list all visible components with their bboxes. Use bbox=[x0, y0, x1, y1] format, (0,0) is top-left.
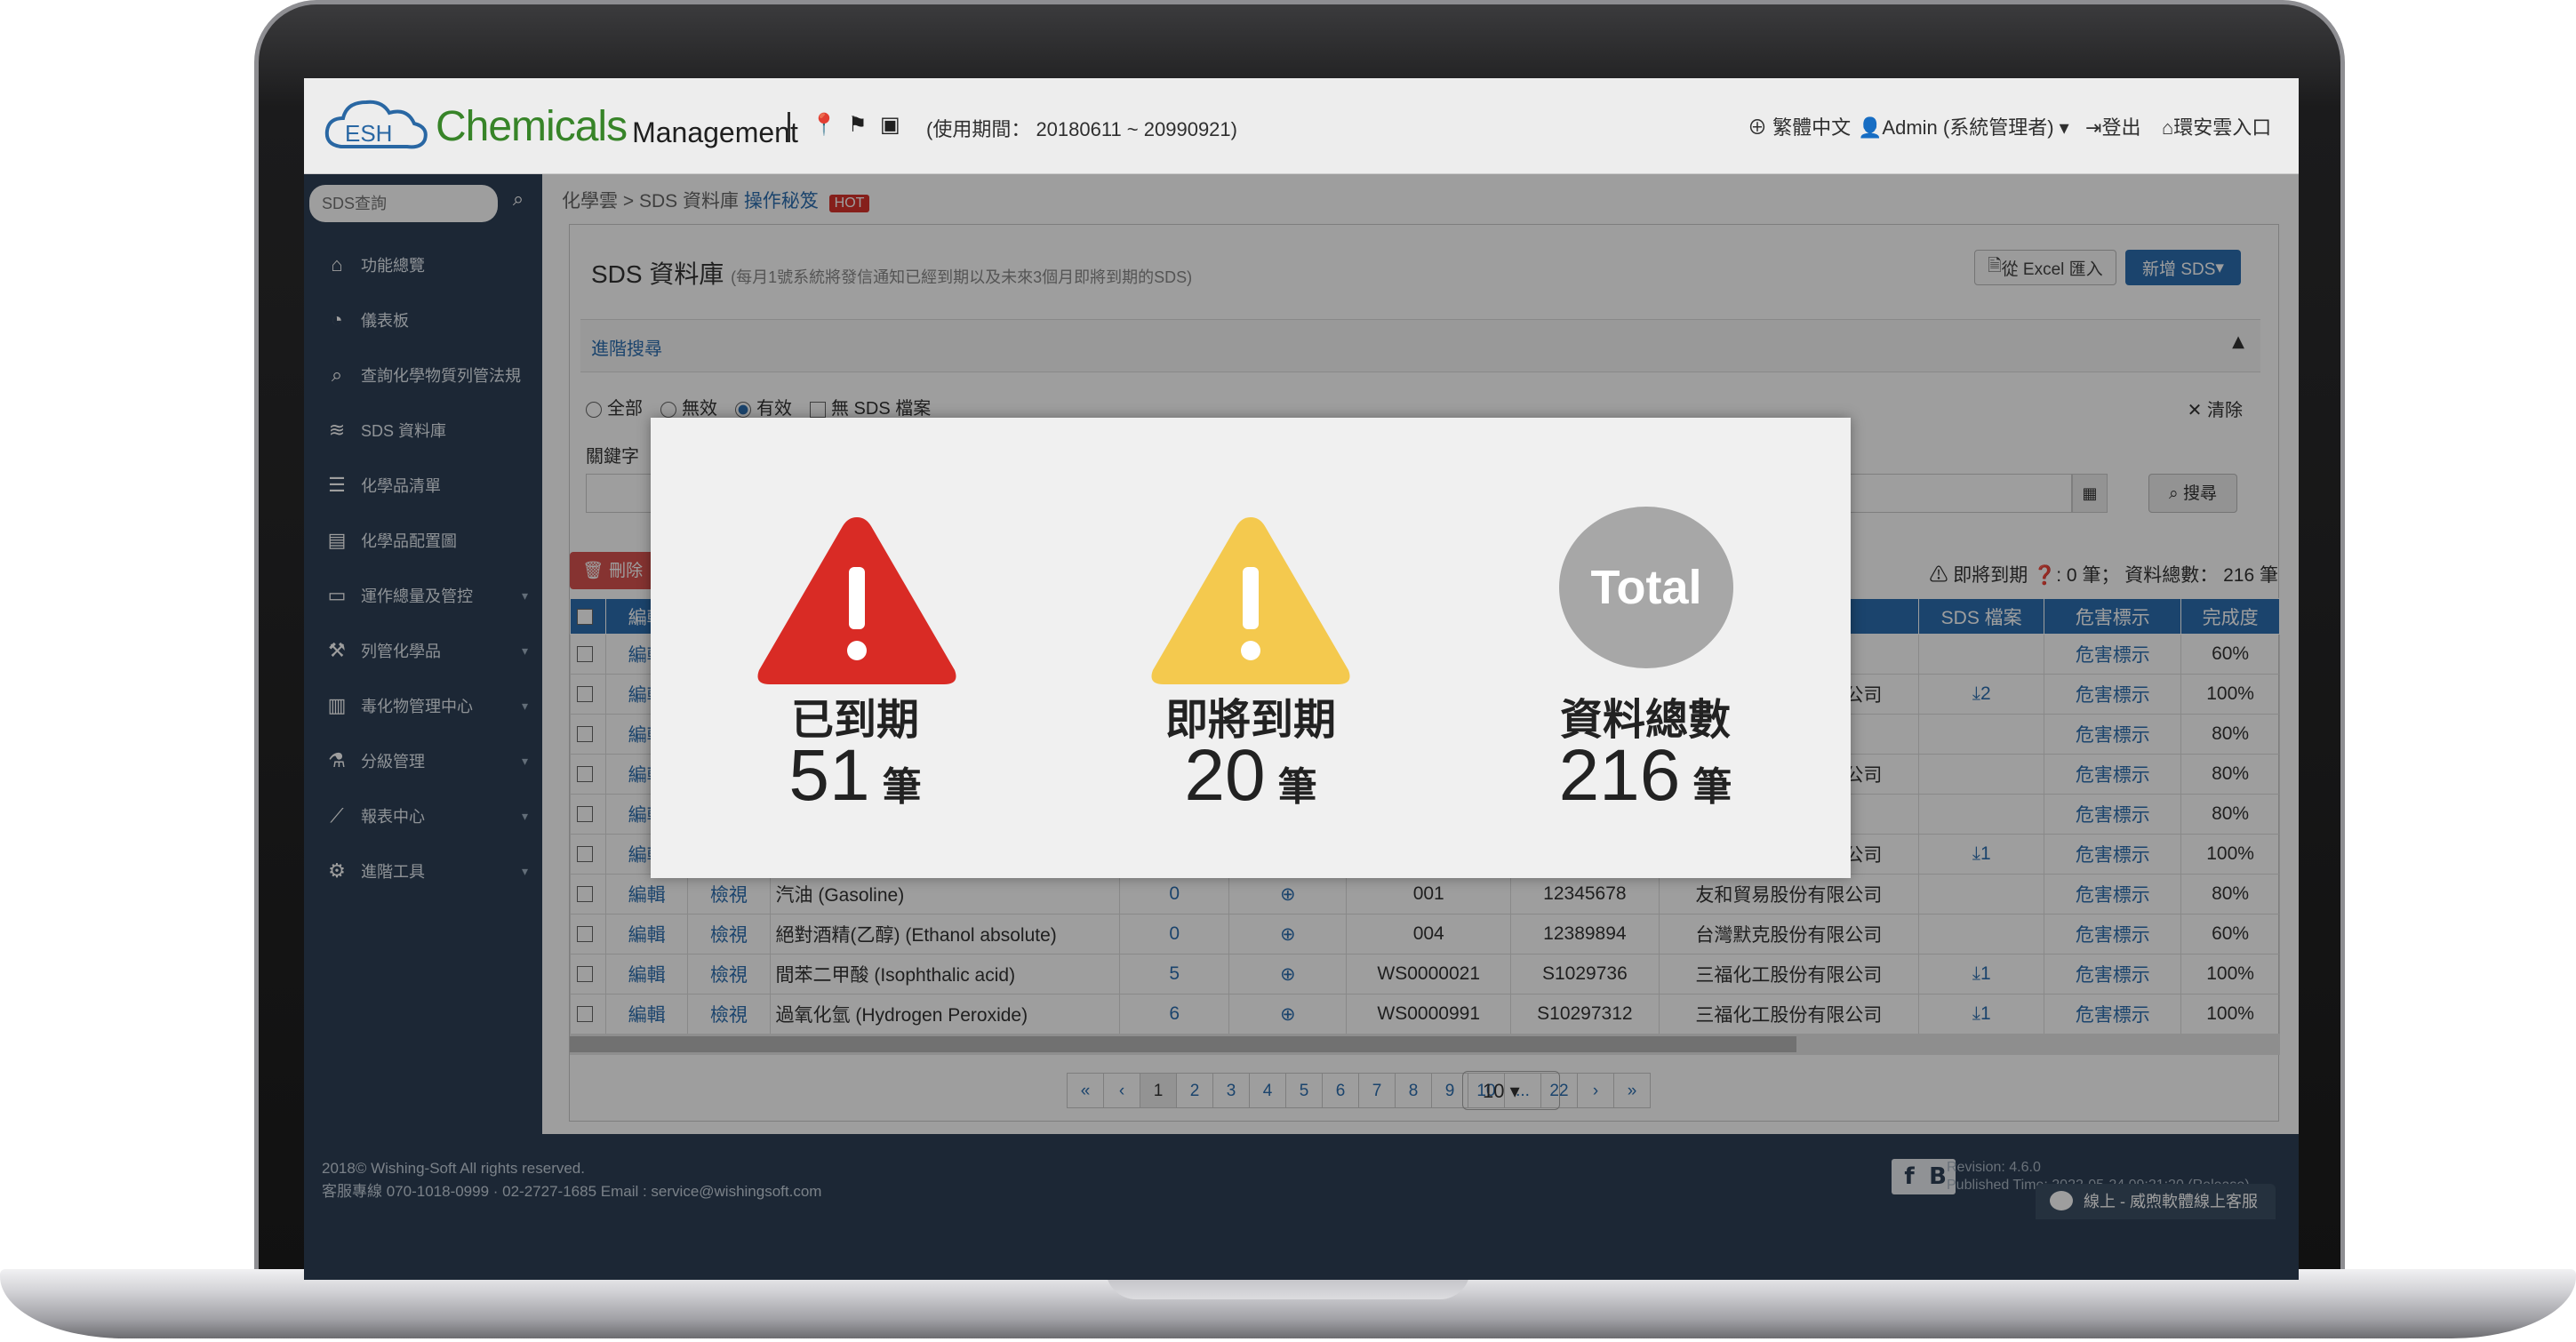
total-value: 216 筆 bbox=[1468, 734, 1823, 818]
expiring-stat: 即將到期 20 筆 bbox=[1073, 418, 1428, 878]
expiring-value: 20 筆 bbox=[1073, 734, 1428, 818]
expiring-warning-icon bbox=[1151, 517, 1350, 684]
total-stat: Total 資料總數 216 筆 bbox=[1468, 418, 1823, 878]
expired-count: 51 bbox=[788, 735, 870, 816]
expiring-count: 20 bbox=[1184, 735, 1266, 816]
expiring-unit: 筆 bbox=[1277, 764, 1317, 810]
app-screen: ESH Chemicals Management 📍 ⚑ ▣ (使用期間： 20… bbox=[304, 78, 2299, 1280]
total-count: 216 bbox=[1558, 735, 1681, 816]
expired-value: 51 筆 bbox=[677, 734, 1033, 818]
sds-status-summary-card: 已到期 51 筆 即將到期 20 筆 Total 資料總數 216 筆 bbox=[651, 418, 1851, 878]
expired-warning-icon bbox=[757, 517, 956, 684]
expired-unit: 筆 bbox=[882, 764, 922, 810]
total-badge-icon: Total bbox=[1559, 507, 1733, 668]
total-unit: 筆 bbox=[1692, 764, 1732, 810]
overlay-dim-top bbox=[304, 78, 2299, 174]
expired-stat: 已到期 51 筆 bbox=[677, 418, 1033, 878]
